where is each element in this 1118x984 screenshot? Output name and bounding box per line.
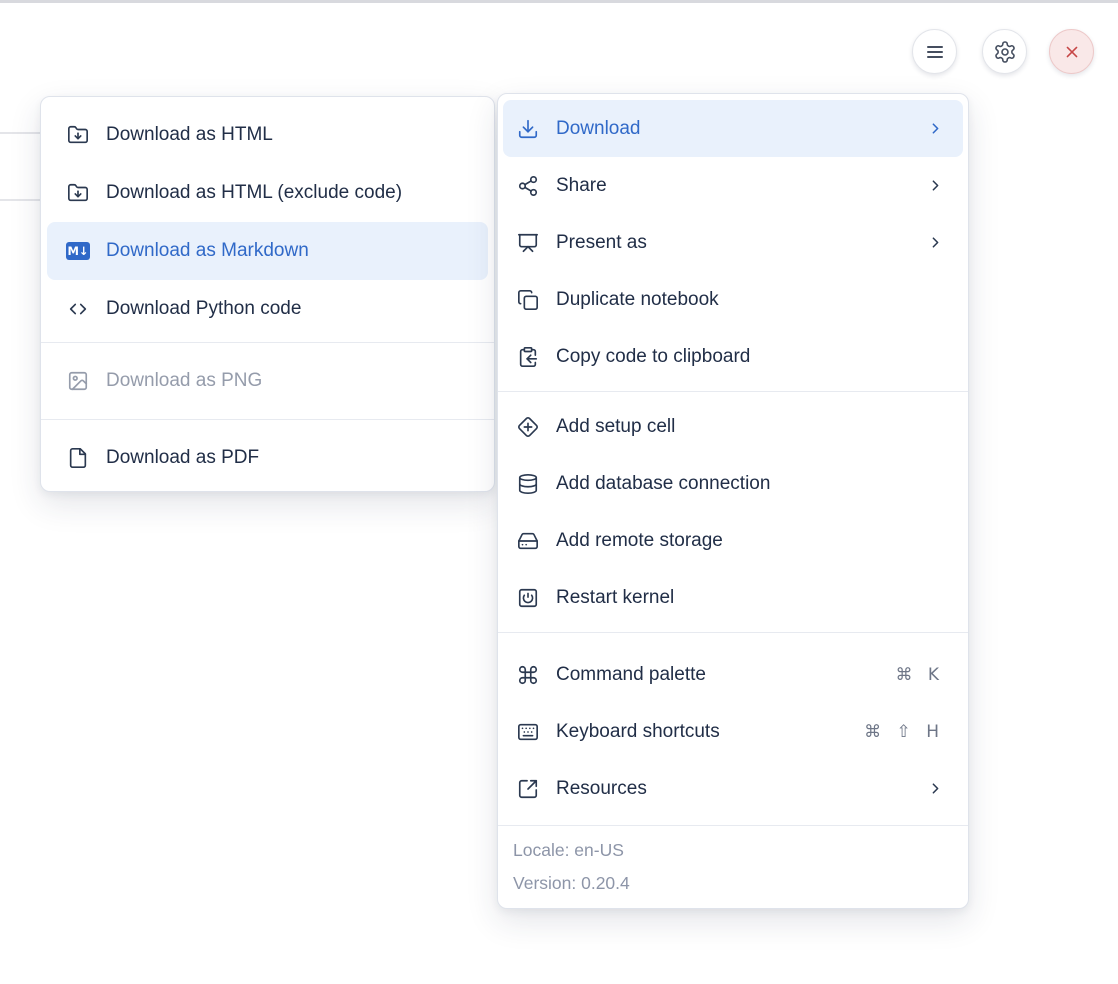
menu-item-label: Download as HTML [106,124,470,146]
menu-item-share[interactable]: Share [498,157,968,214]
power-square-icon [516,586,540,610]
menu-section-help: Command palette ⌘ K Keyboard shortcuts ⌘… [498,633,968,825]
locale-text: Locale: en-US [513,834,944,867]
folder-down-icon [66,181,90,205]
gear-icon [993,40,1017,64]
chevron-right-icon [927,177,944,194]
menu-section-kernel: Add setup cell Add database connection A… [498,392,968,632]
version-text: Version: 0.20.4 [513,867,944,900]
menu-footer: Locale: en-US Version: 0.20.4 [498,826,968,908]
presentation-icon [516,231,540,255]
external-link-icon [516,777,540,801]
download-icon [516,117,540,141]
keyboard-icon [516,720,540,744]
close-x-icon [1061,41,1083,63]
menu-item-keyboard-shortcuts[interactable]: Keyboard shortcuts ⌘ ⇧ H [498,703,968,760]
menu-item-label: Download as PNG [106,370,470,392]
menu-item-label: Download as HTML (exclude code) [106,182,470,204]
keyboard-shortcut-hint: ⌘ K [895,665,944,685]
menu-item-add-setup-cell[interactable]: Add setup cell [498,398,968,455]
menu-item-label: Resources [556,778,911,800]
menu-item-label: Command palette [556,664,879,686]
submenu-section-png: Download as PNG [41,343,494,419]
page-top-border [0,0,1118,3]
diamond-plus-icon [516,415,540,439]
menu-item-label: Copy code to clipboard [556,346,944,368]
menu-item-download[interactable]: Download [503,100,963,157]
download-submenu: Download as HTML Download as HTML (exclu… [40,96,495,492]
menu-item-label: Share [556,175,911,197]
image-icon [66,369,90,393]
duplicate-pages-icon [516,288,540,312]
menu-item-restart-kernel[interactable]: Restart kernel [498,569,968,626]
menu-item-label: Download Python code [106,298,470,320]
menu-item-duplicate-notebook[interactable]: Duplicate notebook [498,271,968,328]
menu-item-label: Download as PDF [106,447,470,469]
menu-item-add-remote-storage[interactable]: Add remote storage [498,512,968,569]
markdown-icon: M↓ [66,242,90,260]
menu-item-command-palette[interactable]: Command palette ⌘ K [498,646,968,703]
database-icon [516,472,540,496]
menu-item-label: Restart kernel [556,587,944,609]
menu-item-copy-code[interactable]: Copy code to clipboard [498,328,968,385]
menu-item-label: Add setup cell [556,416,944,438]
menu-item-download-python-code[interactable]: Download Python code [41,280,494,338]
menu-item-label: Download as Markdown [106,240,470,262]
menu-item-label: Add database connection [556,473,944,495]
clipboard-copy-icon [516,345,540,369]
hamburger-menu-icon [923,40,947,64]
keyboard-shortcut-hint: ⌘ ⇧ H [864,722,944,742]
settings-button[interactable] [982,29,1027,74]
menu-item-label: Duplicate notebook [556,289,944,311]
notebook-menu-button[interactable] [912,29,957,74]
menu-item-download-html[interactable]: Download as HTML [41,106,494,164]
submenu-section-documents: Download as HTML Download as HTML (exclu… [41,97,494,342]
menu-item-add-database-connection[interactable]: Add database connection [498,455,968,512]
share-icon [516,174,540,198]
menu-item-resources[interactable]: Resources [498,760,968,817]
menu-item-label: Present as [556,232,911,254]
menu-item-label: Keyboard shortcuts [556,721,848,743]
menu-item-download-markdown[interactable]: M↓ Download as Markdown [47,222,488,280]
menu-item-download-pdf[interactable]: Download as PDF [41,429,494,487]
submenu-section-pdf: Download as PDF [41,420,494,491]
chevron-right-icon [927,780,944,797]
menu-item-download-png: Download as PNG [41,352,494,410]
code-icon [66,297,90,321]
chevron-right-icon [927,234,944,251]
menu-item-label: Add remote storage [556,530,944,552]
background-divider [0,132,41,134]
menu-item-download-html-exclude-code[interactable]: Download as HTML (exclude code) [41,164,494,222]
menu-item-present-as[interactable]: Present as [498,214,968,271]
menu-item-label: Download [556,118,911,140]
background-divider [0,199,41,201]
shutdown-button[interactable] [1049,29,1094,74]
menu-section-share: Download Share Present as [498,94,968,391]
notebook-actions-menu: Download Share Present as [497,93,969,909]
chevron-right-icon [927,120,944,137]
file-icon [66,446,90,470]
folder-down-icon [66,123,90,147]
command-icon [516,663,540,687]
hard-drive-icon [516,529,540,553]
